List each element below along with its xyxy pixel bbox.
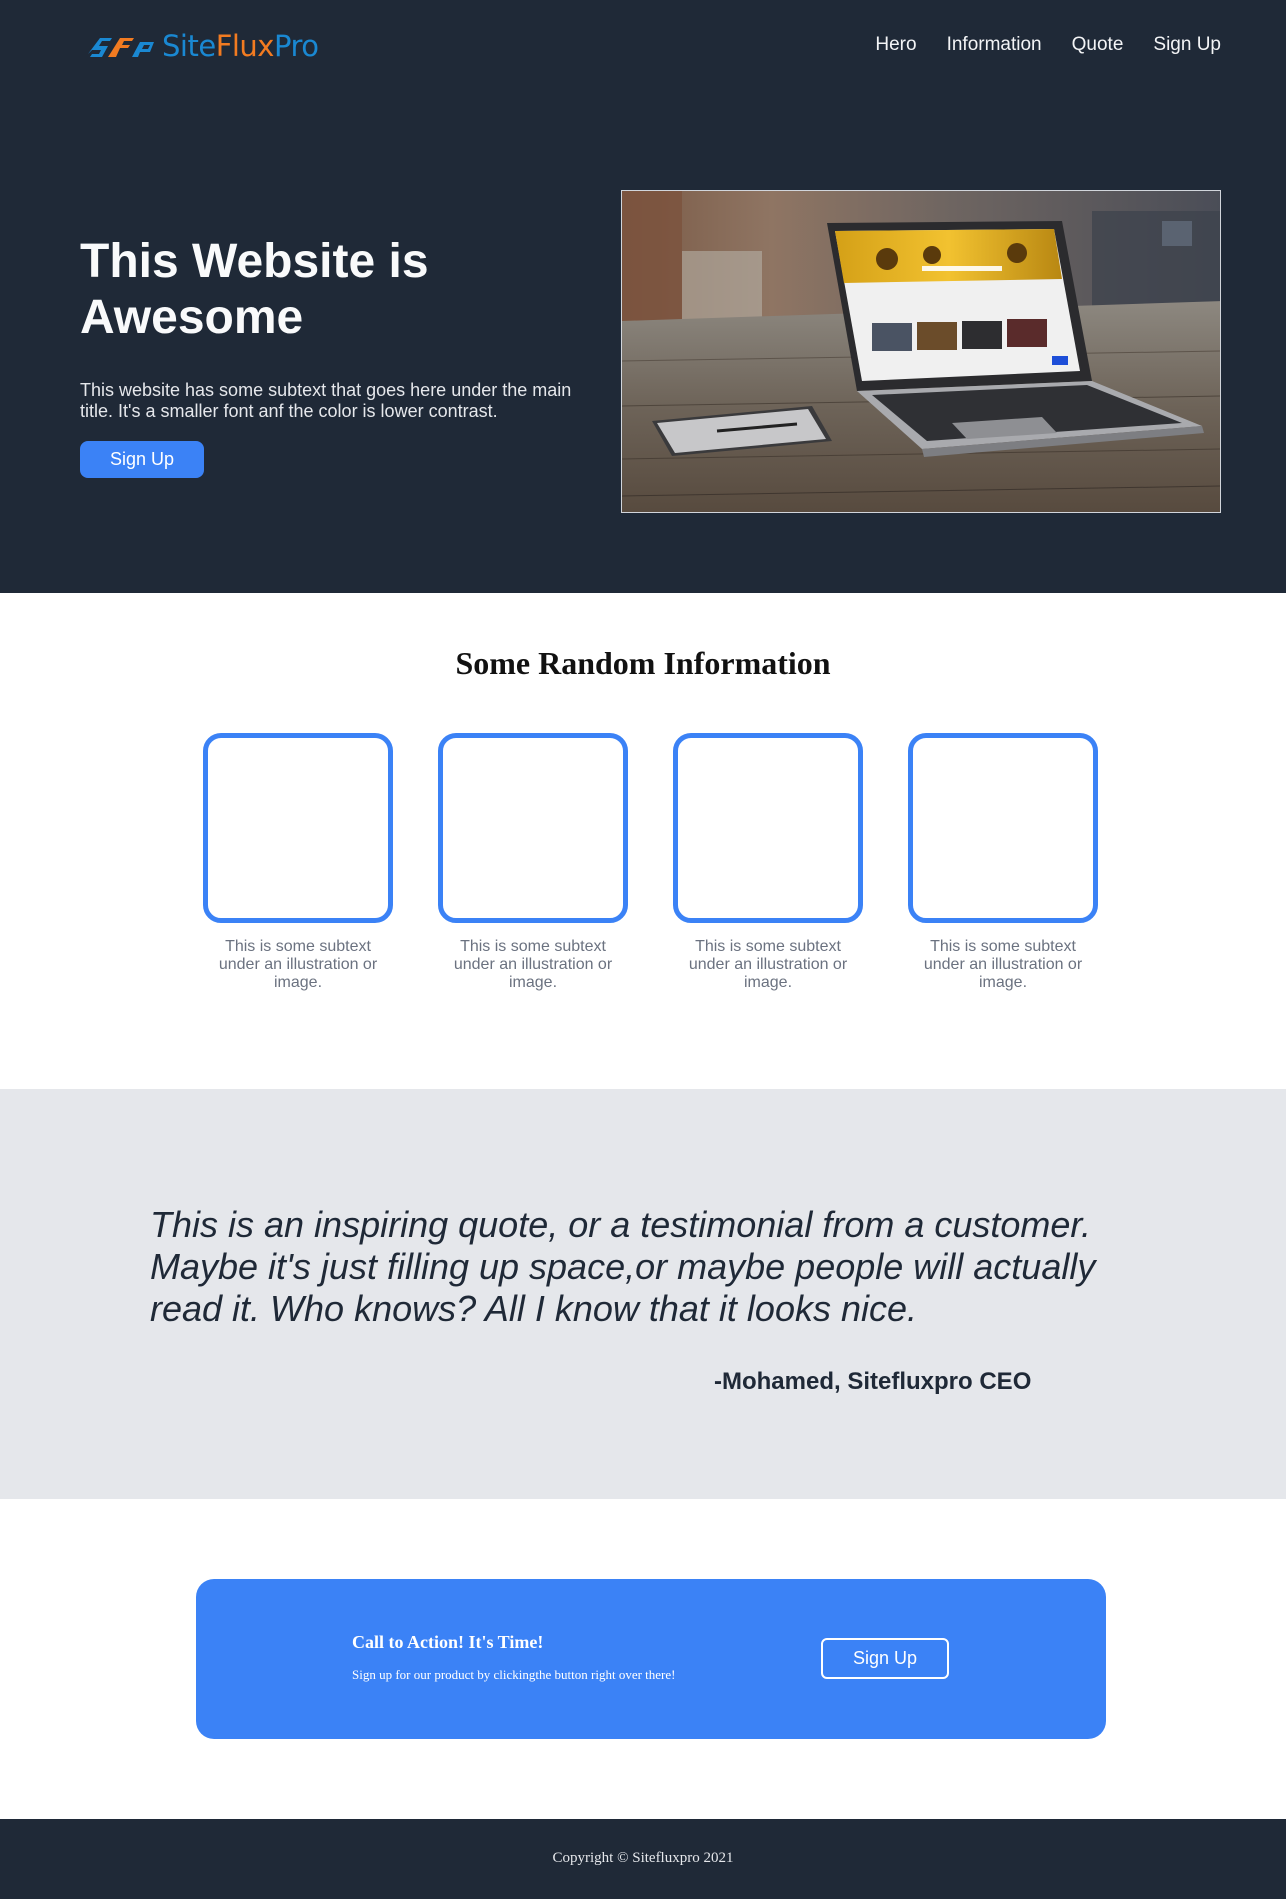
nav-link-sign-up[interactable]: Sign Up	[1153, 32, 1221, 58]
hero-subtext: This website has some subtext that goes …	[80, 380, 572, 421]
footer: Copyright © Sitefluxpro 2021	[0, 1819, 1286, 1899]
info-card: This is some subtext under an illustrati…	[203, 733, 393, 992]
brand-name-flux: Flux	[215, 28, 275, 63]
card-subtext: This is some subtext under an illustrati…	[218, 938, 378, 991]
quote-section: This is an inspiring quote, or a testimo…	[0, 1089, 1286, 1499]
hero-title: This Website is Awesome	[80, 235, 429, 344]
cta-title: Call to Action! It's Time!	[352, 1632, 544, 1652]
card-subtext: This is some subtext under an illustrati…	[453, 938, 613, 991]
info-cards: This is some subtext under an illustrati…	[203, 733, 1098, 992]
hero-sign-up-button[interactable]: Sign Up	[80, 441, 204, 478]
card-subtext: This is some subtext under an illustrati…	[688, 938, 848, 991]
nav-link-information[interactable]: Information	[947, 32, 1042, 58]
quote-author: -Mohamed, Sitefluxpro CEO	[714, 1368, 1032, 1395]
nav-link-quote[interactable]: Quote	[1072, 32, 1124, 58]
illustration-placeholder	[908, 733, 1098, 923]
cta-section: Call to Action! It's Time! Sign up for o…	[0, 1499, 1286, 1819]
info-card: This is some subtext under an illustrati…	[908, 733, 1098, 992]
illustration-placeholder	[203, 733, 393, 923]
nav-link-hero[interactable]: Hero	[875, 32, 916, 58]
brand-name-pro: Pro	[273, 28, 319, 63]
sfp-logo-icon	[84, 28, 156, 64]
brand-logo[interactable]: SiteFluxPro	[84, 26, 319, 66]
brand-name-site: Site	[162, 28, 216, 63]
laptop-on-wooden-desk-photo	[622, 191, 1220, 512]
cta-sign-up-button[interactable]: Sign Up	[821, 1638, 949, 1679]
hero-content: This Website is Awesome This website has…	[80, 234, 600, 478]
information-section: Some Random Information This is some sub…	[0, 593, 1286, 1089]
cta-subtext: Sign up for our product by clickingthe b…	[352, 1667, 676, 1682]
illustration-placeholder	[438, 733, 628, 923]
quote-text: This is an inspiring quote, or a testimo…	[150, 1204, 1096, 1329]
card-subtext: This is some subtext under an illustrati…	[923, 938, 1083, 991]
info-card: This is some subtext under an illustrati…	[673, 733, 863, 992]
footer-copyright: Copyright © Sitefluxpro 2021	[552, 1850, 734, 1866]
main-nav: Hero Information Quote Sign Up	[845, 32, 1221, 58]
illustration-placeholder	[673, 733, 863, 923]
brand-name: SiteFluxPro	[162, 28, 319, 63]
information-title: Some Random Information	[455, 645, 831, 681]
hero-image	[621, 190, 1221, 513]
info-card: This is some subtext under an illustrati…	[438, 733, 628, 992]
hero-section: SiteFluxPro Hero Information Quote Sign …	[0, 0, 1286, 593]
cta-box: Call to Action! It's Time! Sign up for o…	[196, 1579, 1106, 1739]
